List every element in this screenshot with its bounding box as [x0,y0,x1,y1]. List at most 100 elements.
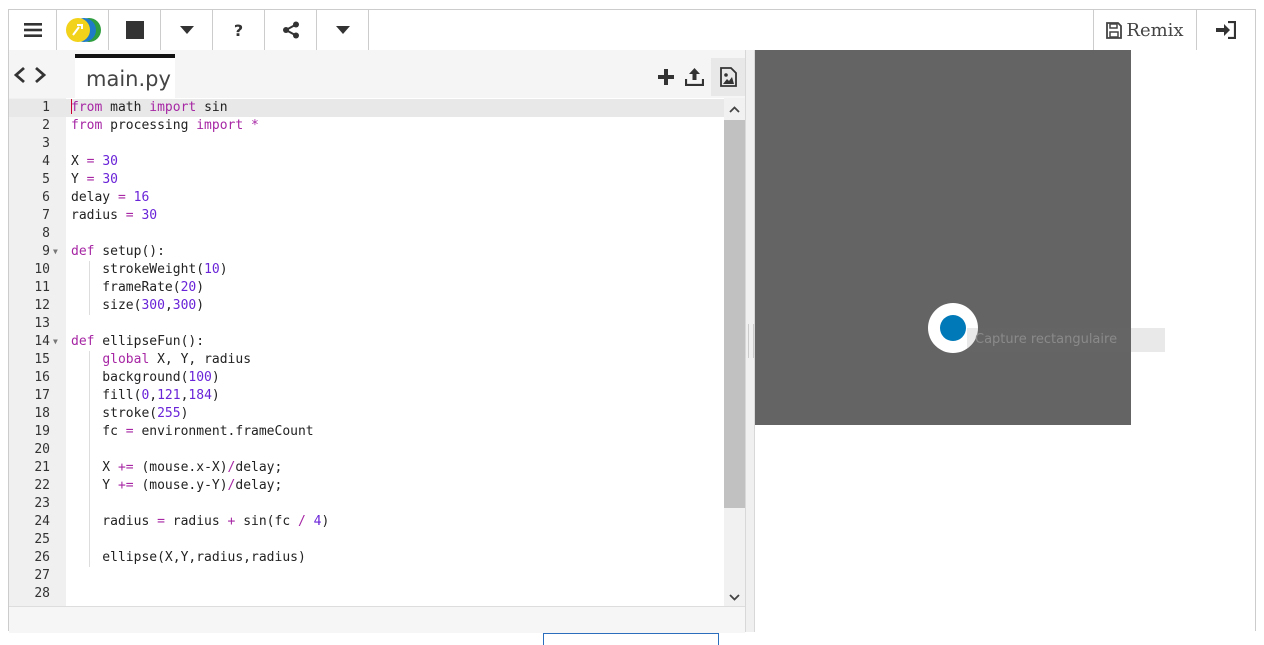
code-line[interactable]: 3 [9,135,724,153]
indent-guide [89,495,90,513]
code-text: global X, Y, radius [102,352,252,367]
code-line[interactable]: 1 from math import sin [9,99,724,117]
line-number: 18 [34,406,50,421]
sketch-ellipse-fill [940,315,966,341]
code-line[interactable]: 25 [9,531,724,549]
indent-guide [89,531,90,549]
code-line[interactable]: 14 ▼ def ellipseFun(): [9,333,724,351]
code-line[interactable]: 13 [9,315,724,333]
indent-guide [89,369,90,387]
tab-main-py[interactable]: main.py [75,54,175,98]
line-number: 25 [34,532,50,547]
line-number: 20 [34,442,50,457]
indent-guide [89,351,90,369]
code-line[interactable]: 6 delay = 16 [9,189,724,207]
chevron-right-icon[interactable] [34,66,47,84]
code-line[interactable]: 23 [9,495,724,513]
line-number: 11 [34,280,50,295]
code-line[interactable]: 11 frameRate(20) [9,279,724,297]
python-logo-icon [65,18,101,42]
chevron-down-icon [729,593,740,601]
share-icon [282,21,299,39]
pane-splitter[interactable] [745,50,755,632]
code-line[interactable]: 4 X = 30 [9,153,724,171]
stop-icon [125,21,144,39]
scroll-up-button[interactable] [724,100,745,118]
line-number: 8 [42,226,50,241]
line-number: 27 [34,568,50,583]
line-number: 16 [34,370,50,385]
remix-button[interactable]: Remix [1093,10,1197,50]
python-logo-button[interactable] [57,10,109,50]
code-text: frameRate(20) [71,280,205,295]
scrollbar-thumb[interactable] [724,120,745,508]
code-text: X += (mouse.x-X)/delay; [71,460,283,475]
image-file-icon [719,67,737,87]
code-line[interactable]: 9 ▼ def setup(): [9,243,724,261]
stop-button[interactable] [109,10,161,50]
scroll-down-button[interactable] [724,588,745,606]
code-text: delay = 16 [71,190,150,205]
editor-scrollbar[interactable] [724,98,745,606]
run-options-dropdown[interactable] [161,10,213,50]
upload-file-button[interactable] [683,66,705,88]
code-line[interactable]: 10 strokeWeight(10) [9,261,724,279]
chevron-down-icon [179,26,194,34]
code-line[interactable]: 2 from processing import * [9,117,724,135]
code-line[interactable]: 20 [9,441,724,459]
code-line[interactable]: 24 radius = radius + sin(fc / 4) [9,513,724,531]
code-line[interactable]: 16 background(100) [9,369,724,387]
help-button[interactable]: ? [213,10,265,50]
code-line[interactable]: 12 size(300,300) [9,297,724,315]
code-line[interactable]: 19 fc = environment.frameCount [9,423,724,441]
code-text: X = 30 [71,154,118,169]
indent-guide [89,423,90,441]
line-number: 17 [34,388,50,403]
fold-arrow-icon[interactable]: ▼ [53,243,58,261]
file-tab-bar: main.py [9,50,745,99]
capture-tooltip: Capture rectangulaire [967,328,1165,352]
sign-in-icon [1216,21,1236,39]
sketch-canvas[interactable]: Capture rectangulaire [755,50,1165,425]
login-button[interactable] [1197,10,1255,50]
code-line[interactable]: 28 [9,585,724,603]
line-number: 24 [34,514,50,529]
indent-guide [89,279,90,297]
image-manager-button[interactable] [711,58,745,96]
line-number: 23 [34,496,50,511]
chevron-down-icon [335,26,350,34]
add-file-button[interactable] [655,66,677,88]
code-text: radius = radius + sin(fc / 4) [71,514,330,529]
chevron-left-icon[interactable] [13,66,26,84]
line-number: 19 [34,424,50,439]
code-line[interactable]: 26 ellipse(X,Y,radius,radius) [9,549,724,567]
code-editor[interactable]: 1 from math import sin 2 from processing im… [9,98,745,606]
code-line[interactable]: 15 global X, Y, radius [9,351,724,369]
code-line[interactable]: 17 fill(0,121,184) [9,387,724,405]
share-options-dropdown[interactable] [317,10,369,50]
share-button[interactable] [265,10,317,50]
indent-guide [89,549,90,567]
splitter-grip[interactable] [748,324,754,358]
line-number: 1 [42,100,50,115]
code-text: radius = 30 [71,208,158,223]
code-line[interactable]: 22 Y += (mouse.y-Y)/delay; [9,477,724,495]
top-toolbar: ? Remix [9,10,1255,51]
code-text: fc = environment.frameCount [71,424,314,439]
file-tools [655,58,745,96]
output-pane: Capture rectangulaire [755,50,1255,632]
menu-button[interactable] [9,10,57,50]
code-line[interactable]: 8 [9,225,724,243]
code-line[interactable]: 18 stroke(255) [9,405,724,423]
line-number: 10 [34,262,50,277]
line-number: 9 [42,244,50,259]
code-text: from math import sin [71,99,228,115]
fold-arrow-icon[interactable]: ▼ [53,333,58,351]
code-line[interactable]: 27 [9,567,724,585]
tab-nav-arrows [13,66,47,84]
code-line[interactable]: 7 radius = 30 [9,207,724,225]
code-line[interactable]: 5 Y = 30 [9,171,724,189]
code-line[interactable]: 21 X += (mouse.x-X)/delay; [9,459,724,477]
below-frame-box [543,633,719,645]
